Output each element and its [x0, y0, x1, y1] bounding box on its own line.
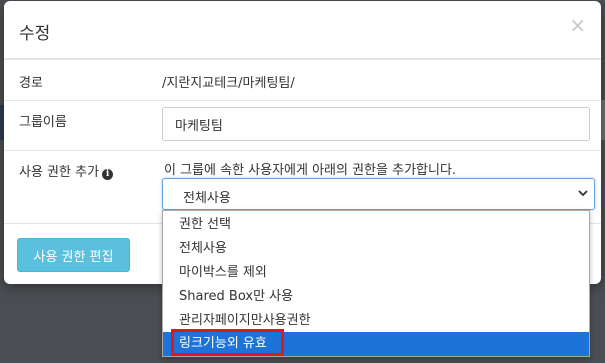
modal-header: 수정 ×: [4, 1, 601, 59]
permission-help-text: 이 그룹에 속한 사용자에게 아래의 권한을 추가합니다.: [164, 163, 457, 178]
permission-select[interactable]: 전체사용: [162, 178, 595, 210]
permission-label: 사용 권한 추가 i: [19, 161, 114, 180]
permission-dropdown-list: 권한 선택 전체사용 마이박스를 제외 Shared Box만 사용 관리자페이…: [162, 210, 590, 357]
path-row: 경로 /지란지교테크/마케팅팀/: [4, 59, 601, 100]
modal-title: 수정: [19, 24, 51, 44]
dropdown-option[interactable]: Shared Box만 사용: [163, 285, 589, 309]
path-label: 경로: [19, 76, 43, 91]
group-name-label: 그룹이름: [19, 115, 67, 130]
dropdown-option[interactable]: 권한 선택: [163, 213, 589, 237]
dropdown-option-selected[interactable]: 링크기능외 유효: [163, 332, 589, 356]
dropdown-option[interactable]: 마이박스를 제외: [163, 261, 589, 285]
dropdown-option[interactable]: 관리자페이지만사용권한: [163, 309, 589, 333]
chevron-down-icon: [578, 190, 588, 197]
dropdown-option[interactable]: 전체사용: [163, 237, 589, 261]
info-icon[interactable]: i: [102, 169, 114, 180]
permission-label-text: 사용 권한 추가: [19, 165, 100, 180]
permission-select-value: 전체사용: [183, 191, 231, 206]
close-icon[interactable]: ×: [569, 15, 586, 35]
path-value: /지란지교테크/마케팅팀/: [162, 76, 295, 91]
edit-permission-button[interactable]: 사용 권한 편집: [17, 238, 130, 272]
group-name-input[interactable]: [162, 107, 590, 141]
